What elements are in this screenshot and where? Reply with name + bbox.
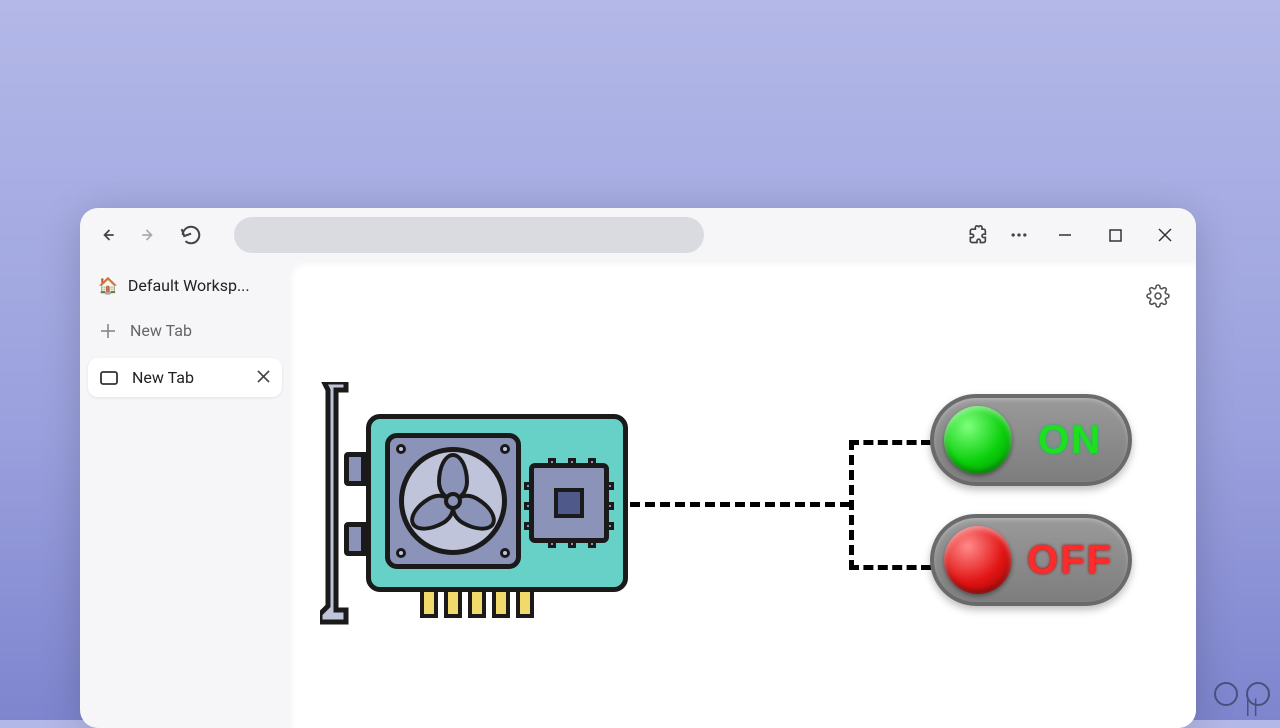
more-menu-button[interactable] bbox=[1002, 218, 1036, 252]
gpu-fan-icon bbox=[385, 433, 521, 569]
display-port-icon bbox=[344, 522, 366, 556]
gpu-chip-icon bbox=[529, 463, 609, 543]
browser-window: 🏠 Default Worksp... New Tab New Tab bbox=[80, 208, 1196, 728]
connection-line-icon bbox=[630, 502, 850, 507]
workspace-label: Default Worksp... bbox=[128, 276, 250, 295]
connection-line-icon bbox=[849, 440, 854, 570]
sidebar: 🏠 Default Worksp... New Tab New Tab bbox=[80, 262, 290, 728]
minimize-button[interactable] bbox=[1044, 218, 1086, 252]
tray-indicator-icon[interactable] bbox=[1214, 682, 1238, 706]
pcie-connector-icon bbox=[420, 592, 534, 618]
plus-icon bbox=[100, 323, 116, 339]
tab-item[interactable]: New Tab bbox=[88, 358, 282, 397]
tray-handle-icon[interactable]: || bbox=[1242, 698, 1258, 718]
address-bar[interactable] bbox=[234, 217, 704, 253]
extensions-button[interactable] bbox=[960, 218, 994, 252]
maximize-button[interactable] bbox=[1094, 218, 1136, 252]
switch-knob-green-icon bbox=[944, 406, 1012, 474]
close-icon bbox=[257, 370, 270, 383]
page-content: ON OFF bbox=[290, 262, 1196, 728]
reload-icon bbox=[180, 224, 202, 246]
arrow-right-icon bbox=[139, 225, 159, 245]
switch-off-label: OFF bbox=[1012, 538, 1128, 583]
reload-button[interactable] bbox=[174, 218, 208, 252]
browser-toolbar bbox=[80, 208, 1196, 262]
close-window-button[interactable] bbox=[1144, 218, 1186, 252]
connection-line-icon bbox=[849, 565, 931, 570]
switch-on[interactable]: ON bbox=[930, 394, 1132, 486]
forward-button[interactable] bbox=[132, 218, 166, 252]
ellipsis-icon bbox=[1009, 225, 1029, 245]
maximize-icon bbox=[1109, 229, 1122, 242]
page-icon bbox=[100, 371, 118, 385]
new-tab-label: New Tab bbox=[130, 321, 192, 340]
display-port-icon bbox=[344, 452, 366, 486]
workspace-selector[interactable]: 🏠 Default Worksp... bbox=[88, 268, 282, 303]
tab-close-button[interactable] bbox=[257, 368, 270, 387]
tab-title: New Tab bbox=[132, 368, 194, 387]
gear-icon bbox=[1146, 284, 1170, 308]
gpu-board-icon bbox=[366, 414, 628, 592]
close-icon bbox=[1158, 228, 1172, 242]
back-button[interactable] bbox=[90, 218, 124, 252]
page-settings-button[interactable] bbox=[1146, 284, 1174, 312]
minimize-icon bbox=[1058, 228, 1072, 242]
house-icon: 🏠 bbox=[98, 276, 118, 295]
arrow-left-icon bbox=[97, 225, 117, 245]
pcie-bracket-icon bbox=[320, 382, 350, 626]
new-tab-button[interactable]: New Tab bbox=[88, 311, 282, 350]
switch-off[interactable]: OFF bbox=[930, 514, 1132, 606]
puzzle-icon bbox=[967, 225, 987, 245]
switch-knob-red-icon bbox=[944, 526, 1012, 594]
switch-on-label: ON bbox=[1012, 418, 1128, 463]
connection-line-icon bbox=[849, 440, 931, 445]
